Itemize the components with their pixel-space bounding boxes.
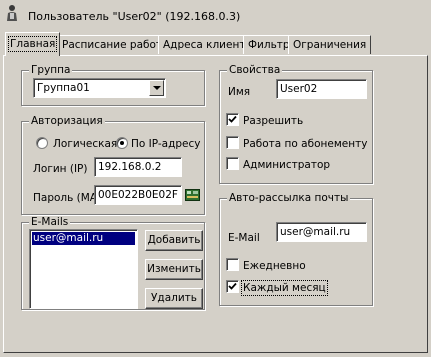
- emails-section-label: E-Mails: [29, 216, 71, 228]
- login-input[interactable]: 192.168.0.2: [94, 157, 182, 177]
- radio-dot: [120, 141, 124, 145]
- mailing-email-label: E-Mail: [228, 232, 260, 244]
- delete-email-button[interactable]: Удалить: [145, 288, 203, 309]
- add-email-button[interactable]: Добавить: [145, 230, 203, 251]
- name-label: Имя: [228, 86, 251, 98]
- group-select-value: Группа01: [37, 82, 90, 94]
- emails-list[interactable]: user@mail.ru: [29, 229, 138, 309]
- list-item[interactable]: user@mail.ru: [32, 232, 135, 245]
- tab-main[interactable]: Главная: [5, 32, 61, 56]
- name-input[interactable]: User02: [276, 79, 367, 99]
- edit-email-button[interactable]: Изменить: [145, 259, 203, 280]
- mailing-email-input[interactable]: user@mail.ru: [276, 222, 367, 242]
- monthly-label: Каждый месяц: [241, 280, 328, 296]
- subscription-label: Работа по абонементу: [243, 138, 368, 150]
- login-label: Логин (IP): [33, 163, 88, 175]
- radio-logical-label: Логическая: [53, 138, 118, 150]
- allow-checkbox[interactable]: [226, 113, 239, 126]
- properties-section-label: Свойства: [227, 64, 283, 76]
- radio-ip[interactable]: [116, 137, 128, 149]
- admin-label: Администратор: [243, 159, 331, 171]
- allow-label: Разрешить: [243, 115, 304, 127]
- network-card-icon[interactable]: [185, 188, 200, 202]
- radio-logical[interactable]: [36, 137, 48, 149]
- mailing-section-label: Авто-рассылка почты: [227, 192, 351, 204]
- user-icon: [5, 4, 19, 22]
- daily-label: Ежедневно: [243, 260, 306, 272]
- tab-main-label: Главная: [7, 36, 58, 52]
- tab-limits[interactable]: Ограничения: [288, 35, 372, 54]
- chevron-down-icon[interactable]: [149, 80, 164, 96]
- group-select[interactable]: Группа01: [33, 78, 166, 98]
- group-section-label: Группа: [29, 64, 73, 76]
- auth-section-label: Авторизация: [29, 115, 105, 127]
- window-title: Пользователь "User02" (192.168.0.3): [28, 10, 241, 23]
- subscription-checkbox[interactable]: [226, 136, 239, 149]
- admin-checkbox[interactable]: [226, 157, 239, 170]
- daily-checkbox[interactable]: [226, 258, 239, 271]
- monthly-checkbox[interactable]: [226, 280, 239, 293]
- password-input[interactable]: 00E022B0E02F: [94, 185, 182, 205]
- tab-filter[interactable]: Фильтр: [243, 35, 295, 54]
- radio-ip-label: По IP-адресу: [131, 138, 201, 150]
